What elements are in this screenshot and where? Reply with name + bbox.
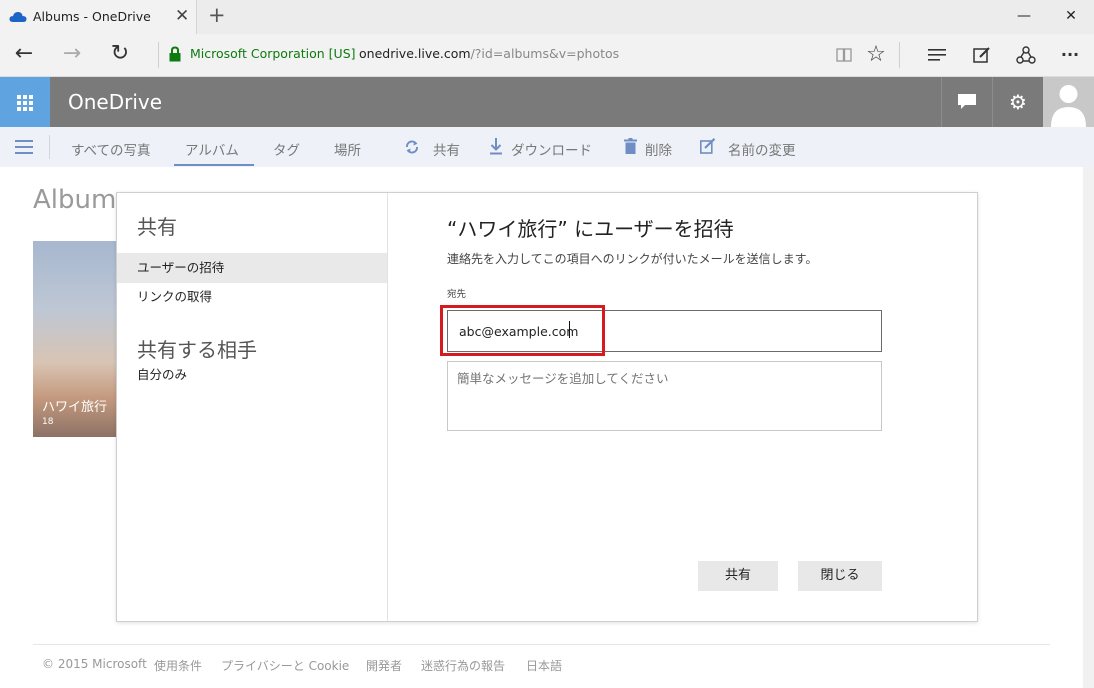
rename-edit-icon xyxy=(700,138,716,154)
hub-icon[interactable] xyxy=(922,41,952,71)
dialog-description: 連絡先を入力してこの項目へのリンクが付いたメールを送信します。 xyxy=(447,252,818,266)
active-tab-indicator xyxy=(174,164,254,166)
dialog-title: “ハワイ旅行” にユーザーを招待 xyxy=(447,217,734,241)
share-dialog: 共有 ユーザーの招待 リンクの取得 共有する相手 自分のみ “ハワイ旅行” にユ… xyxy=(116,192,978,622)
chat-icon[interactable] xyxy=(941,77,992,127)
certificate-label[interactable]: Microsoft Corporation [US] xyxy=(190,46,356,61)
address-separator xyxy=(158,42,159,68)
nav-get-link[interactable]: リンクの取得 xyxy=(117,282,387,312)
app-title[interactable]: OneDrive xyxy=(68,90,162,114)
new-tab-icon[interactable]: + xyxy=(208,3,226,27)
dialog-sidebar-heading: 共有 xyxy=(137,215,177,239)
maximize-icon[interactable] xyxy=(1002,0,1048,34)
onedrive-cloud-icon xyxy=(9,12,27,22)
command-separator xyxy=(49,135,50,159)
share-command[interactable]: 共有 xyxy=(433,139,460,159)
command-bar: すべての写真 アルバム タグ 場所 共有 ダウンロード 削除 名前の変更 xyxy=(0,127,1094,167)
footer-privacy-link[interactable]: プライバシーと Cookie xyxy=(221,657,349,674)
footer-copyright: © 2015 Microsoft xyxy=(42,657,147,671)
address-bar: ← → ↻ Microsoft Corporation [US] onedriv… xyxy=(0,34,1094,77)
close-button[interactable]: 閉じる xyxy=(798,561,882,591)
browser-tabbar: Albums - OneDrive ✕ + — ✕ xyxy=(0,0,1094,34)
close-window-icon[interactable]: ✕ xyxy=(1048,0,1094,34)
url-path: /?id=albums&v=photos xyxy=(470,46,620,61)
rename-command[interactable]: 名前の変更 xyxy=(728,139,796,159)
hamburger-menu-icon[interactable] xyxy=(15,140,33,154)
scrollbar[interactable] xyxy=(1083,167,1094,688)
footer-terms-link[interactable]: 使用条件 xyxy=(154,657,202,674)
url-field[interactable]: onedrive.live.com/?id=albums&v=photos xyxy=(359,46,619,61)
footer-divider xyxy=(33,644,1050,645)
web-note-icon[interactable] xyxy=(967,41,997,71)
nav-all-photos[interactable]: すべての写真 xyxy=(71,139,151,159)
album-count: 18 xyxy=(42,417,54,427)
nav-tags[interactable]: タグ xyxy=(273,139,300,159)
message-input[interactable] xyxy=(447,361,882,431)
settings-gear-icon[interactable]: ⚙ xyxy=(992,77,1043,127)
avatar[interactable] xyxy=(1043,77,1094,127)
footer-report-abuse-link[interactable]: 迷惑行為の報告 xyxy=(421,657,505,674)
forward-icon[interactable]: → xyxy=(57,40,87,70)
refresh-icon[interactable]: ↻ xyxy=(105,40,135,70)
download-command[interactable]: ダウンロード xyxy=(511,139,592,159)
text-caret xyxy=(569,321,570,338)
footer-developers-link[interactable]: 開発者 xyxy=(366,657,402,674)
nav-places[interactable]: 場所 xyxy=(334,139,361,159)
toolbar-separator xyxy=(899,42,900,68)
url-domain: onedrive.live.com xyxy=(359,46,471,61)
footer-language-link[interactable]: 日本語 xyxy=(526,657,562,674)
share-icon[interactable] xyxy=(1011,41,1041,71)
onedrive-header: OneDrive ⚙ xyxy=(0,77,1094,127)
browser-tab[interactable]: Albums - OneDrive ✕ xyxy=(0,0,197,34)
nav-albums[interactable]: アルバム xyxy=(185,139,239,159)
tab-title: Albums - OneDrive xyxy=(33,9,151,24)
album-name: ハワイ旅行 xyxy=(42,400,108,415)
share-button[interactable]: 共有 xyxy=(698,561,778,591)
reading-view-icon[interactable] xyxy=(829,41,859,71)
delete-command[interactable]: 削除 xyxy=(645,139,672,159)
dialog-sidebar: 共有 ユーザーの招待 リンクの取得 共有する相手 自分のみ xyxy=(117,193,388,621)
shared-with-heading: 共有する相手 xyxy=(137,338,257,362)
trash-icon xyxy=(624,138,637,154)
shared-with-value: 自分のみ xyxy=(137,367,188,382)
nav-invite-people[interactable]: ユーザーの招待 xyxy=(117,253,387,283)
to-label: 宛先 xyxy=(447,289,467,300)
tab-close-icon[interactable]: ✕ xyxy=(175,6,189,26)
back-icon[interactable]: ← xyxy=(9,40,39,70)
share-sync-icon xyxy=(406,140,418,154)
download-icon xyxy=(490,138,502,155)
lock-icon xyxy=(169,46,181,62)
app-launcher-icon[interactable] xyxy=(0,77,50,127)
recipient-input[interactable] xyxy=(447,310,882,352)
more-icon[interactable]: ··· xyxy=(1055,41,1085,71)
favorite-star-icon[interactable]: ☆ xyxy=(861,41,891,71)
